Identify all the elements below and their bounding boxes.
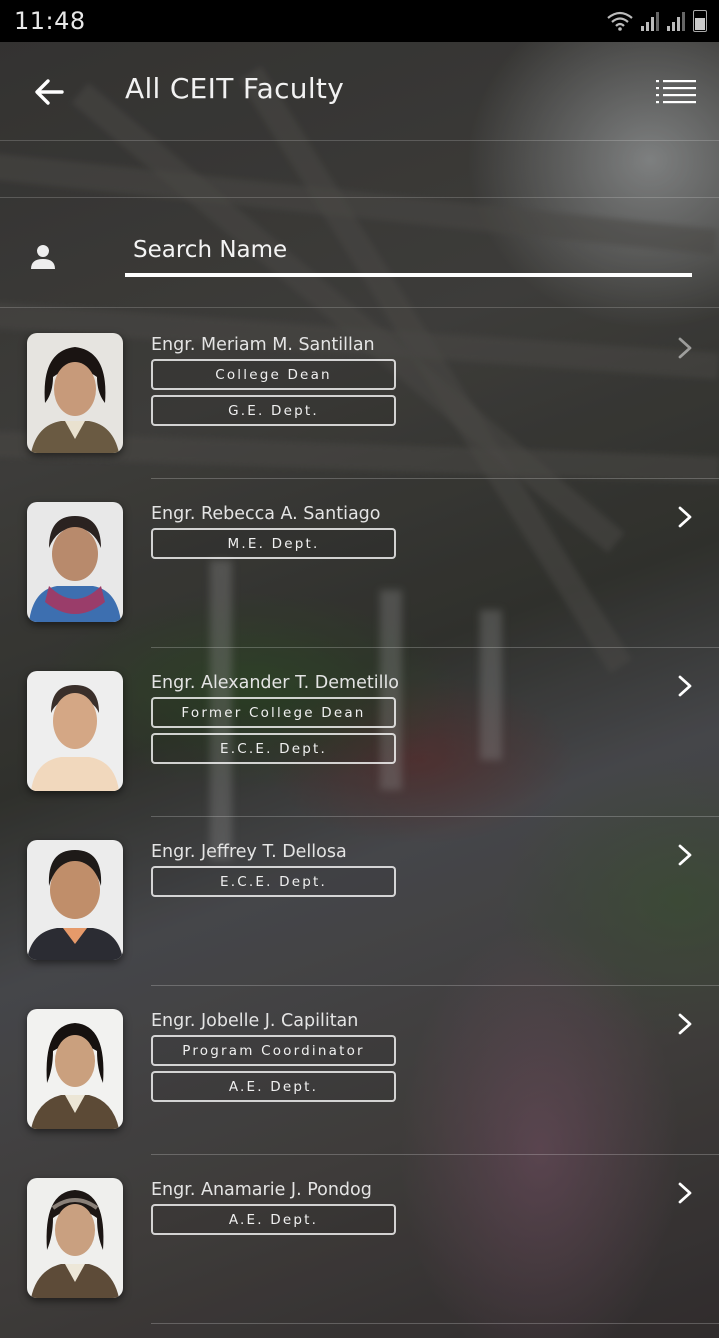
faculty-item[interactable]: Engr. Anamarie J. Pondog A.E. Dept. [0, 1155, 719, 1324]
wifi-icon [607, 11, 633, 31]
faculty-photo [27, 1178, 123, 1298]
search-input[interactable] [125, 225, 685, 275]
position-badge: Program Coordinator [151, 1035, 396, 1066]
app-bar: All CEIT Faculty [0, 42, 719, 140]
faculty-item[interactable]: Engr. Jeffrey T. Dellosa E.C.E. Dept. [0, 817, 719, 986]
faculty-tags: A.E. Dept. [151, 1204, 396, 1235]
search-underline [125, 273, 692, 277]
department-badge: E.C.E. Dept. [151, 733, 396, 764]
status-time: 11:48 [14, 7, 86, 35]
person-icon [31, 245, 55, 269]
position-badge: Former College Dean [151, 697, 396, 728]
department-badge: E.C.E. Dept. [151, 866, 396, 897]
search-bar [0, 215, 719, 305]
divider [0, 140, 719, 141]
list-icon[interactable] [656, 75, 698, 107]
faculty-item[interactable]: Engr. Jobelle J. Capilitan Program Coord… [0, 986, 719, 1155]
faculty-item[interactable]: Engr. Rebecca A. Santiago M.E. Dept. [0, 479, 719, 648]
faculty-list: Engr. Meriam M. Santillan College Dean G… [0, 310, 719, 1324]
faculty-photo [27, 502, 123, 622]
chevron-right-icon [678, 337, 692, 359]
faculty-name: Engr. Jeffrey T. Dellosa [151, 842, 347, 862]
divider [0, 197, 719, 198]
divider [0, 307, 719, 308]
faculty-name: Engr. Anamarie J. Pondog [151, 1180, 372, 1200]
faculty-photo [27, 1009, 123, 1129]
battery-icon [693, 10, 707, 32]
department-badge: A.E. Dept. [151, 1071, 396, 1102]
faculty-photo [27, 840, 123, 960]
faculty-tags: M.E. Dept. [151, 528, 396, 559]
department-badge: A.E. Dept. [151, 1204, 396, 1235]
arrow-left-icon[interactable] [30, 72, 70, 112]
page-title: All CEIT Faculty [125, 72, 345, 105]
chevron-right-icon [678, 675, 692, 697]
signal-icon [641, 11, 659, 31]
faculty-tags: E.C.E. Dept. [151, 866, 396, 897]
faculty-name: Engr. Meriam M. Santillan [151, 335, 375, 355]
chevron-right-icon [678, 506, 692, 528]
faculty-tags: Program Coordinator A.E. Dept. [151, 1035, 396, 1102]
faculty-name: Engr. Rebecca A. Santiago [151, 504, 381, 524]
faculty-item[interactable]: Engr. Meriam M. Santillan College Dean G… [0, 310, 719, 479]
faculty-item[interactable]: Engr. Alexander T. Demetillo Former Coll… [0, 648, 719, 817]
faculty-name: Engr. Jobelle J. Capilitan [151, 1011, 359, 1031]
status-bar: 11:48 [0, 0, 719, 42]
chevron-right-icon [678, 1013, 692, 1035]
faculty-name: Engr. Alexander T. Demetillo [151, 673, 400, 693]
faculty-tags: Former College Dean E.C.E. Dept. [151, 697, 396, 764]
faculty-photo [27, 333, 123, 453]
list-divider [151, 1323, 719, 1324]
department-badge: G.E. Dept. [151, 395, 396, 426]
status-icons [607, 10, 707, 32]
faculty-photo [27, 671, 123, 791]
department-badge: M.E. Dept. [151, 528, 396, 559]
chevron-right-icon [678, 1182, 692, 1204]
signal-icon [667, 11, 685, 31]
position-badge: College Dean [151, 359, 396, 390]
faculty-tags: College Dean G.E. Dept. [151, 359, 396, 426]
chevron-right-icon [678, 844, 692, 866]
